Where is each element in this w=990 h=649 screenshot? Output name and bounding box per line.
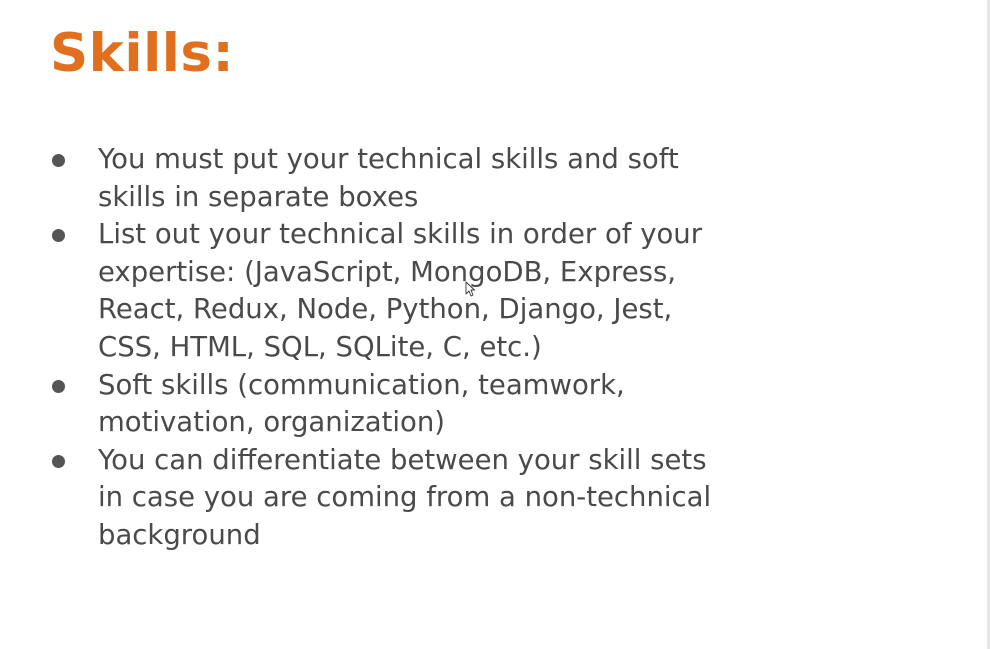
bullet-list: You must put your technical skills and s… bbox=[50, 141, 740, 555]
slide-title: Skills: bbox=[50, 23, 235, 84]
list-item: You can differentiate between your skill… bbox=[50, 442, 740, 555]
list-item: List out your technical skills in order … bbox=[50, 216, 740, 366]
bullet-icon bbox=[52, 154, 65, 167]
mouse-pointer-icon bbox=[465, 281, 475, 297]
bullet-icon bbox=[52, 379, 65, 393]
bullet-icon bbox=[52, 229, 65, 243]
bullet-icon bbox=[52, 454, 65, 468]
list-item: You must put your technical skills and s… bbox=[50, 141, 740, 216]
slide: Skills: You must put your technical skil… bbox=[0, 0, 990, 649]
bullet-text: You can differentiate between your skill… bbox=[98, 443, 712, 551]
list-item: Soft skills (communication, teamwork, mo… bbox=[50, 367, 740, 442]
bullet-text: List out your technical skills in order … bbox=[98, 218, 703, 363]
bullet-text: You must put your technical skills and s… bbox=[98, 143, 679, 213]
bullet-text: Soft skills (communication, teamwork, mo… bbox=[98, 368, 625, 439]
